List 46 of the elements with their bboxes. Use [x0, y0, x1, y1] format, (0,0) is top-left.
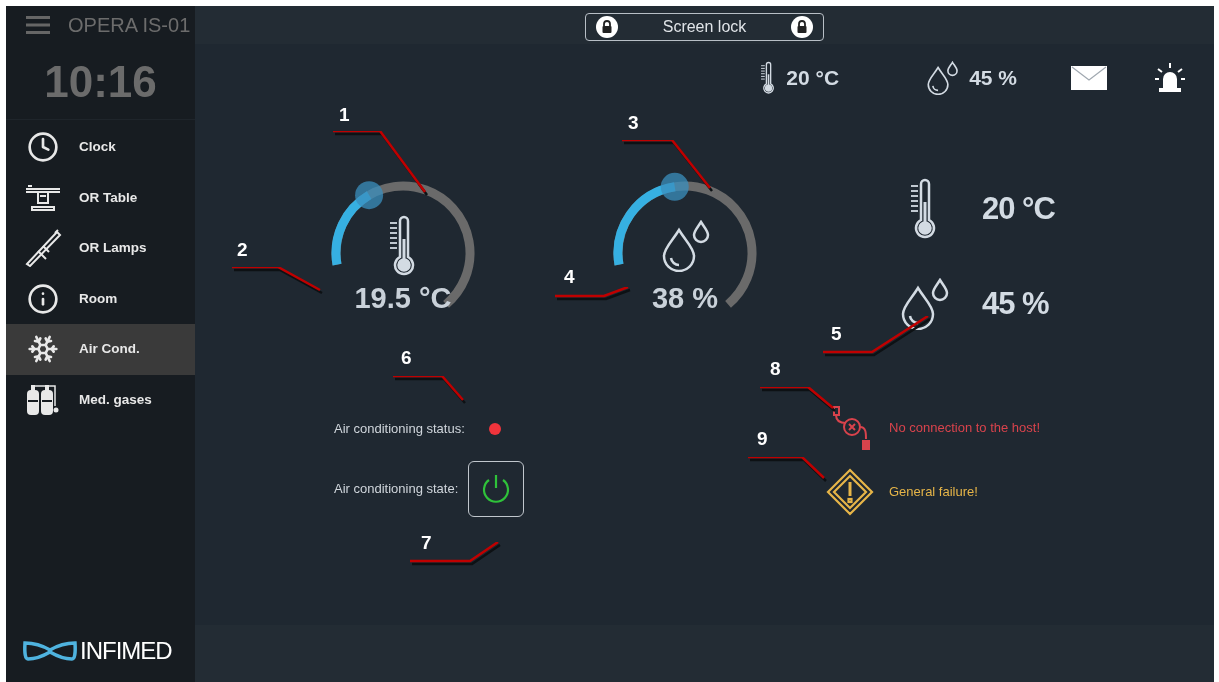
room-reading: 45 % — [982, 284, 1049, 323]
status-reading: 45 % — [969, 65, 1017, 92]
lock-icon — [791, 16, 813, 38]
nav-item[interactable]: Clock — [6, 122, 195, 173]
lock-icon — [596, 16, 618, 38]
callout-number: 9 — [757, 427, 768, 451]
callout-number: 5 — [831, 322, 842, 346]
callout-number: 7 — [421, 531, 432, 555]
callout-number: 4 — [564, 265, 575, 289]
thermometer-icon — [760, 60, 777, 96]
device-title: OPERA IS-01 — [68, 13, 191, 38]
alert-message: No connection to the host! — [889, 419, 1041, 438]
nav-item[interactable]: Med. gases — [6, 374, 195, 425]
info-icon — [26, 282, 59, 315]
warning-icon — [826, 468, 874, 516]
droplets-icon — [925, 61, 960, 95]
callout-number: 1 — [339, 103, 350, 127]
nav-item[interactable]: Room — [6, 273, 195, 324]
power-button[interactable] — [468, 461, 525, 517]
clock-icon — [26, 131, 59, 164]
alert-message: General failure! — [889, 483, 978, 502]
callout-number: 8 — [770, 357, 781, 381]
state-label: Air conditioning state: — [334, 480, 459, 499]
surgical-lamp-icon — [23, 229, 62, 268]
gauge-thumb[interactable] — [660, 172, 689, 201]
nav-item[interactable]: OR Lamps — [6, 223, 195, 274]
status-label: Air conditioning status: — [334, 420, 465, 439]
gauge-thumb[interactable] — [355, 181, 384, 210]
gauge-value: 19.5 °C — [354, 283, 452, 313]
callout-number: 2 — [237, 238, 248, 262]
gas-cylinders-icon — [24, 383, 61, 416]
callout-number: 3 — [628, 111, 639, 135]
callout-number: 6 — [401, 346, 412, 370]
clock-time: 10:16 — [44, 59, 157, 104]
operating-table-icon — [23, 182, 62, 213]
nav-item[interactable]: OR Table — [6, 172, 195, 223]
brand-name: INFIMED — [80, 636, 172, 666]
logo-icon — [22, 639, 78, 663]
gauge-value: 38 % — [651, 283, 719, 313]
alarm-beacon-icon[interactable] — [1154, 62, 1186, 94]
disconnected-cable-icon — [830, 405, 870, 451]
menu-icon[interactable] — [26, 15, 50, 35]
nav-item[interactable]: Air Cond. — [6, 324, 195, 375]
room-reading: 20 °C — [982, 189, 1055, 228]
status-reading: 20 °C — [786, 65, 840, 92]
screen-lock-button[interactable]: Screen lock — [585, 13, 824, 41]
